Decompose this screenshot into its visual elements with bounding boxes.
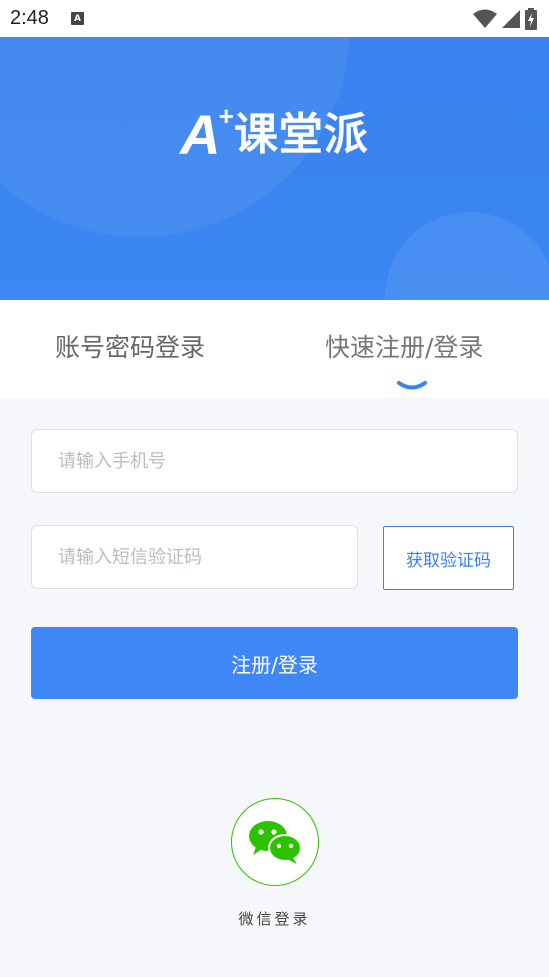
sms-code-input[interactable]: [32, 526, 357, 588]
sms-code-field: [31, 525, 358, 589]
tab-password-login[interactable]: 账号密码登录: [55, 328, 205, 364]
notification-icon: A: [70, 12, 84, 25]
phone-field: [31, 429, 518, 493]
login-tabs: 账号密码登录 快速注册/登录: [0, 300, 549, 398]
active-tab-indicator: [397, 381, 427, 390]
status-icons: [473, 7, 537, 30]
register-login-button[interactable]: 注册/登录: [31, 627, 518, 699]
wechat-login-button[interactable]: [231, 798, 319, 886]
status-time: 2:48: [10, 7, 49, 29]
phone-input[interactable]: [32, 430, 517, 492]
hero-decoration: [385, 212, 549, 300]
battery-charging-icon: [525, 7, 537, 30]
signal-icon: [502, 9, 520, 28]
app-logo: A + 课堂派: [0, 103, 549, 166]
wechat-icon: [249, 821, 302, 864]
get-code-button[interactable]: 获取验证码: [383, 526, 514, 590]
logo-letter: A: [180, 103, 221, 166]
status-bar: 2:48 A: [0, 0, 549, 37]
wechat-login-label: 微信登录: [238, 910, 311, 928]
logo-text: 课堂派: [233, 109, 369, 160]
hero-banner: A + 课堂派: [0, 37, 549, 300]
logo-plus: +: [218, 101, 234, 131]
wifi-icon: [473, 9, 497, 28]
tab-quick-register-login[interactable]: 快速注册/登录: [325, 328, 483, 364]
